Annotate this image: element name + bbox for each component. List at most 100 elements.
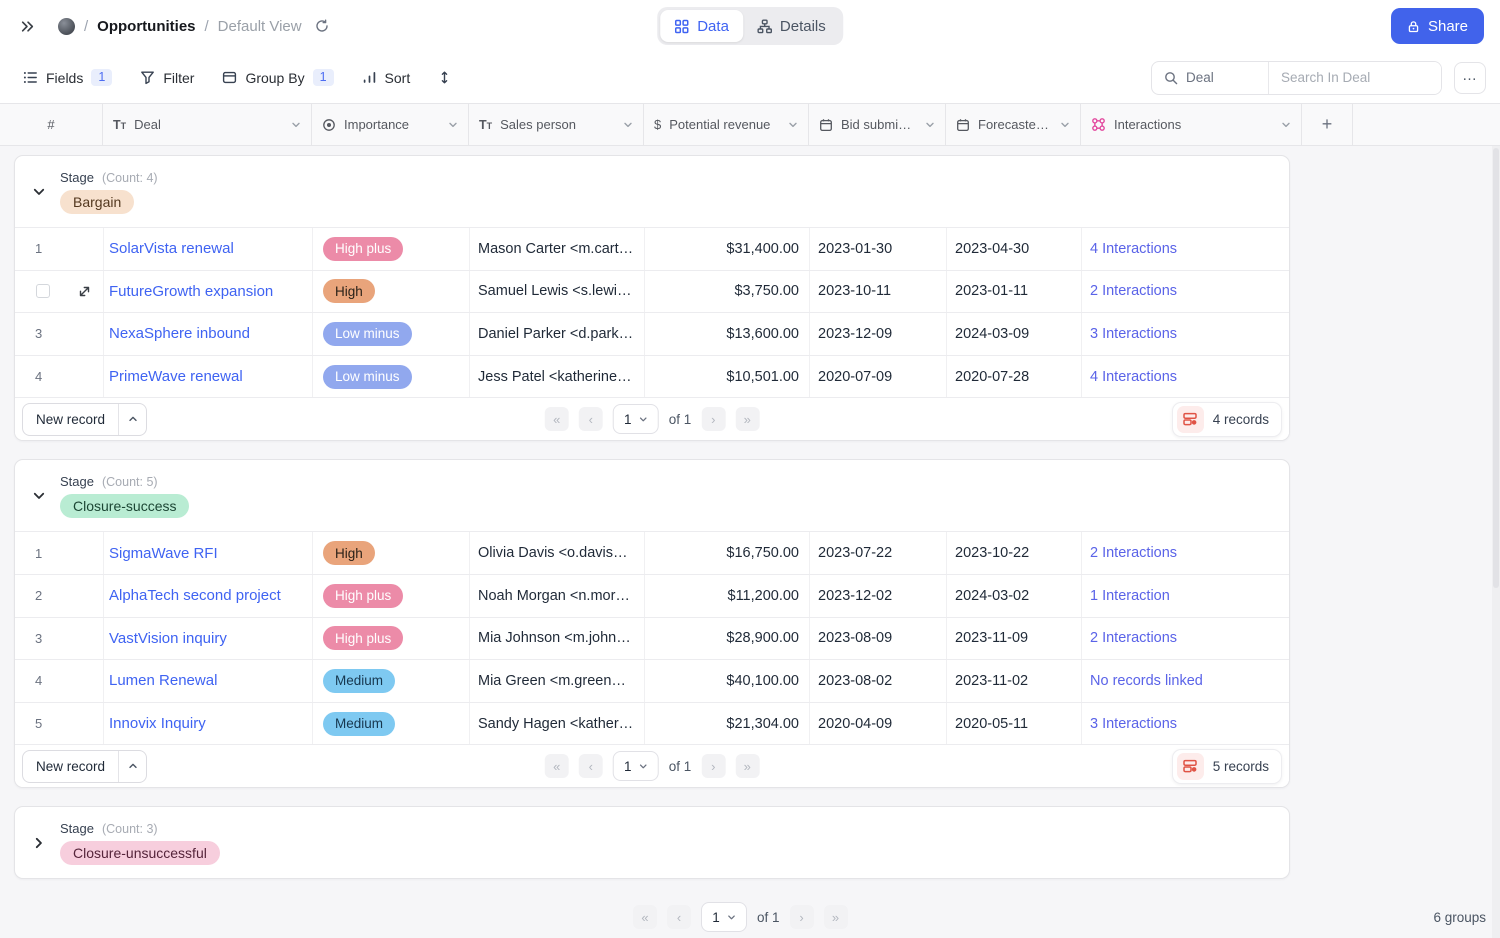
fields-button[interactable]: Fields 1: [14, 62, 121, 94]
group-collapse-toggle[interactable]: [26, 179, 52, 205]
base-avatar[interactable]: [58, 18, 75, 35]
bid-submission-cell[interactable]: 2023-12-02: [810, 575, 947, 617]
deal-link[interactable]: PrimeWave renewal: [109, 368, 243, 385]
sales-person-cell[interactable]: Daniel Parker <d.parke…: [470, 313, 645, 355]
row-number-cell[interactable]: 1: [15, 532, 104, 574]
bid-submission-cell[interactable]: 2023-12-09: [810, 313, 947, 355]
interactions-cell[interactable]: 2 Interactions: [1082, 618, 1289, 660]
bid-submission-cell[interactable]: 2023-10-11: [810, 271, 947, 313]
deal-cell[interactable]: Innovix Inquiry: [104, 703, 313, 745]
importance-cell[interactable]: High plus: [313, 618, 470, 660]
deal-link[interactable]: VastVision inquiry: [109, 630, 227, 647]
potential-revenue-cell[interactable]: $3,750.00: [645, 271, 810, 313]
last-page-button[interactable]: »: [735, 754, 759, 778]
row-number-cell[interactable]: 4: [15, 660, 104, 702]
potential-revenue-cell[interactable]: $13,600.00: [645, 313, 810, 355]
table-row[interactable]: 1 SolarVista renewal High plus Mason Car…: [15, 227, 1289, 270]
interactions-link[interactable]: 4 Interactions: [1090, 241, 1177, 257]
scrollbar-thumb[interactable]: [1493, 148, 1499, 588]
new-record-caret-button[interactable]: [118, 751, 146, 782]
view-name[interactable]: Default View: [218, 18, 302, 35]
share-button[interactable]: Share: [1391, 8, 1484, 44]
record-count-chip[interactable]: 5 records: [1172, 749, 1282, 784]
record-count-chip[interactable]: 4 records: [1172, 402, 1282, 437]
row-number-cell[interactable]: 3: [15, 618, 104, 660]
sales-person-cell[interactable]: Mia Green <m.green@…: [470, 660, 645, 702]
deal-cell[interactable]: NexaSphere inbound: [104, 313, 313, 355]
interactions-link[interactable]: 3 Interactions: [1090, 326, 1177, 342]
importance-cell[interactable]: Medium: [313, 660, 470, 702]
expand-sidebar-button[interactable]: [16, 15, 39, 38]
potential-revenue-cell[interactable]: $11,200.00: [645, 575, 810, 617]
deal-link[interactable]: NexaSphere inbound: [109, 325, 250, 342]
bid-submission-cell[interactable]: 2023-08-09: [810, 618, 947, 660]
potential-revenue-cell[interactable]: $31,400.00: [645, 228, 810, 270]
bid-submission-cell[interactable]: 2020-07-09: [810, 356, 947, 398]
sort-button[interactable]: Sort: [353, 63, 420, 93]
deal-link[interactable]: Innovix Inquiry: [109, 715, 206, 732]
sales-person-cell[interactable]: Sandy Hagen <katheri…: [470, 703, 645, 745]
more-options-button[interactable]: …: [1454, 62, 1486, 94]
sales-person-cell[interactable]: Jess Patel <katherine…: [470, 356, 645, 398]
importance-cell[interactable]: High plus: [313, 575, 470, 617]
forecasted-cell[interactable]: 2023-10-22: [947, 532, 1082, 574]
last-page-button[interactable]: »: [824, 905, 848, 929]
column-header-sales-person[interactable]: TTSales person: [469, 104, 644, 145]
vertical-scrollbar[interactable]: [1492, 146, 1500, 938]
filter-button[interactable]: Filter: [131, 63, 203, 93]
interactions-link[interactable]: No records linked: [1090, 673, 1203, 689]
table-row[interactable]: 4 Lumen Renewal Medium Mia Green <m.gree…: [15, 659, 1289, 702]
prev-page-button[interactable]: ‹: [579, 407, 603, 431]
row-checkbox[interactable]: [36, 284, 50, 298]
prev-page-button[interactable]: ‹: [667, 905, 691, 929]
interactions-link[interactable]: 1 Interaction: [1090, 588, 1170, 604]
row-number-cell[interactable]: 4: [15, 356, 104, 398]
interactions-cell[interactable]: 4 Interactions: [1082, 228, 1289, 270]
interactions-cell[interactable]: 4 Interactions: [1082, 356, 1289, 398]
row-number-cell[interactable]: 1: [15, 228, 104, 270]
next-page-button[interactable]: ›: [701, 407, 725, 431]
forecasted-cell[interactable]: 2023-01-11: [947, 271, 1082, 313]
potential-revenue-cell[interactable]: $21,304.00: [645, 703, 810, 745]
row-height-button[interactable]: [429, 63, 460, 92]
column-header-forecasted-[interactable]: Forecasted…: [946, 104, 1081, 145]
deal-link[interactable]: FutureGrowth expansion: [109, 283, 273, 300]
prev-page-button[interactable]: ‹: [579, 754, 603, 778]
column-header-potential-revenue[interactable]: $Potential revenue: [644, 104, 809, 145]
importance-cell[interactable]: High plus: [313, 228, 470, 270]
deal-link[interactable]: SigmaWave RFI: [109, 545, 218, 562]
group-collapse-toggle[interactable]: [26, 830, 52, 856]
interactions-cell[interactable]: 3 Interactions: [1082, 703, 1289, 745]
table-row[interactable]: 3 VastVision inquiry High plus Mia Johns…: [15, 617, 1289, 660]
interactions-cell[interactable]: No records linked: [1082, 660, 1289, 702]
interactions-cell[interactable]: 3 Interactions: [1082, 313, 1289, 355]
table-row[interactable]: 5 Innovix Inquiry Medium Sandy Hagen <ka…: [15, 702, 1289, 745]
table-row[interactable]: 3 NexaSphere inbound Low minus Daniel Pa…: [15, 312, 1289, 355]
table-name[interactable]: Opportunities: [97, 18, 195, 35]
last-page-button[interactable]: »: [735, 407, 759, 431]
column-header-interactions[interactable]: Interactions: [1081, 104, 1302, 145]
deal-cell[interactable]: Lumen Renewal: [104, 660, 313, 702]
forecasted-cell[interactable]: 2020-07-28: [947, 356, 1082, 398]
table-row[interactable]: 4 PrimeWave renewal Low minus Jess Patel…: [15, 355, 1289, 398]
first-page-button[interactable]: «: [545, 754, 569, 778]
tab-data[interactable]: Data: [660, 10, 743, 42]
row-number-cell[interactable]: 3: [15, 313, 104, 355]
search-input[interactable]: [1269, 62, 1441, 94]
interactions-link[interactable]: 2 Interactions: [1090, 545, 1177, 561]
interactions-cell[interactable]: 2 Interactions: [1082, 532, 1289, 574]
group-by-button[interactable]: Group By 1: [213, 62, 342, 94]
search-field-selector[interactable]: Deal: [1152, 62, 1269, 94]
first-page-button[interactable]: «: [633, 905, 657, 929]
add-column-button[interactable]: +: [1302, 104, 1353, 145]
forecasted-cell[interactable]: 2023-11-02: [947, 660, 1082, 702]
forecasted-cell[interactable]: 2020-05-11: [947, 703, 1082, 745]
sales-person-cell[interactable]: Mia Johnson <m.johns…: [470, 618, 645, 660]
new-record-button[interactable]: New record: [23, 751, 118, 782]
column-header-deal[interactable]: TTDeal: [103, 104, 312, 145]
interactions-cell[interactable]: 1 Interaction: [1082, 575, 1289, 617]
deal-cell[interactable]: SigmaWave RFI: [104, 532, 313, 574]
column-header-bid-submissi-[interactable]: Bid submissi…: [809, 104, 946, 145]
importance-cell[interactable]: High: [313, 532, 470, 574]
bid-submission-cell[interactable]: 2023-08-02: [810, 660, 947, 702]
